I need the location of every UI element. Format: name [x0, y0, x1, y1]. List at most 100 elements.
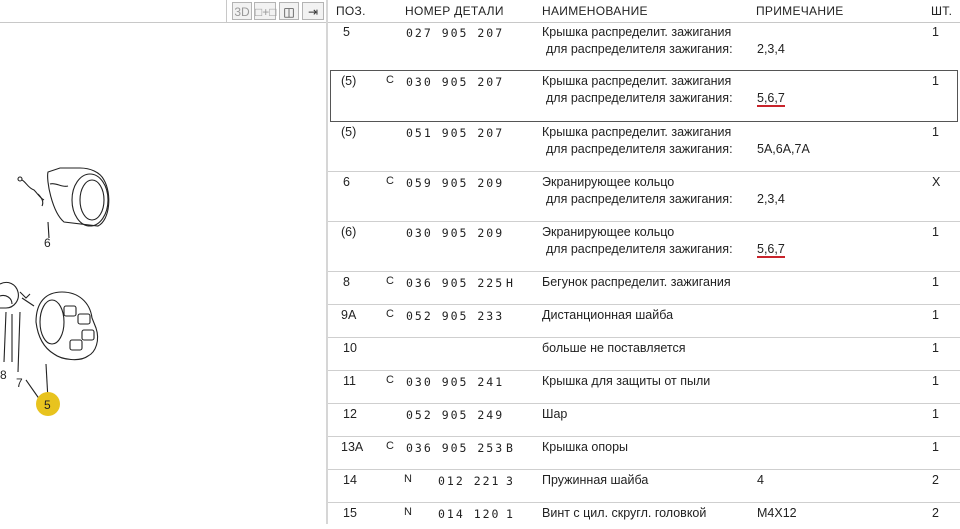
row-name: Пружинная шайба [542, 473, 649, 487]
exploded-view-drawing: 6 8 7 5 [0, 167, 110, 416]
row-part-number[interactable]: 059 905 209 [406, 176, 504, 190]
row-name: Крышка для защиты от пыли [542, 374, 711, 388]
table-row[interactable]: 6 C 059 905 209 Экранирующее кольцо для … [328, 172, 960, 222]
row-pos: 10 [343, 341, 357, 355]
row-part-number[interactable]: 051 905 207 [406, 126, 504, 140]
3d-view-button[interactable]: 3D [232, 2, 252, 20]
row-part-number[interactable]: 030 905 241 [406, 375, 504, 389]
row-qty: 1 [932, 225, 939, 239]
row-part-number[interactable]: 036 905 253 [406, 441, 504, 455]
pin-drawing [17, 291, 35, 373]
row-code: C [386, 74, 394, 86]
table-header: ПОЗ. НОМЕР ДЕТАЛИ НАИМЕНОВАНИЕ ПРИМЕЧАНИ… [328, 0, 960, 23]
row-qty: 1 [932, 25, 939, 39]
row-part-suffix: B [506, 441, 515, 455]
row-name: Крышка распределит. зажигания [542, 125, 732, 139]
row-pos: (5) [341, 125, 357, 139]
row-part-number[interactable]: 036 905 225 [406, 276, 504, 290]
table-row[interactable]: 9A C 052 905 233 Дистанционная шайба 1 [328, 305, 960, 338]
row-note: 2,3,4 [757, 192, 785, 206]
header-part[interactable]: НОМЕР ДЕТАЛИ [405, 4, 504, 18]
fit-arrows-button[interactable]: ⇥ [302, 2, 324, 20]
row-name-detail: для распределителя зажигания: [546, 242, 733, 256]
row-name-detail: для распределителя зажигания: [546, 91, 733, 105]
callout-label-7[interactable]: 7 [16, 376, 23, 390]
table-row[interactable]: 10 больше не поставляется 1 [328, 338, 960, 371]
table-row[interactable]: (5) C 030 905 207 Крышка распределит. за… [328, 71, 960, 121]
row-qty: 2 [932, 473, 939, 487]
row-name-detail: для распределителя зажигания: [546, 192, 733, 206]
header-note[interactable]: ПРИМЕЧАНИЕ [756, 4, 844, 18]
callout-label-8[interactable]: 8 [0, 368, 7, 382]
table-row[interactable]: 11 C 030 905 241 Крышка для защиты от пы… [328, 371, 960, 404]
row-part-number[interactable]: 030 905 209 [406, 226, 504, 240]
row-qty: 1 [932, 74, 939, 88]
table-row[interactable]: 12 052 905 249 Шар 1 [328, 404, 960, 437]
row-pos: 15 [343, 506, 357, 520]
row-note: 4 [757, 473, 764, 487]
callout-label-5[interactable]: 5 [44, 398, 51, 412]
row-name: Крышка распределит. зажигания [542, 25, 732, 39]
row-qty: 1 [932, 341, 939, 355]
row-qty: 1 [932, 374, 939, 388]
row-pos: 8 [343, 275, 350, 289]
shield-ring-drawing [17, 167, 110, 239]
row-part-number[interactable]: 052 905 233 [406, 309, 504, 323]
row-pos: 9A [341, 308, 357, 322]
row-pos: 11 [343, 374, 356, 388]
row-qty: 1 [932, 440, 939, 454]
row-part-number[interactable]: 012 221 [438, 474, 500, 488]
row-name: Дистанционная шайба [542, 308, 674, 322]
row-note: M4X12 [757, 506, 797, 520]
row-pos: 6 [343, 175, 350, 189]
row-part-number[interactable]: 014 120 [438, 507, 500, 521]
diagram-toolbar: 3D □+□ ◫ ⇥ [0, 0, 326, 23]
row-code: C [386, 374, 394, 386]
row-part-suffix: H [506, 276, 515, 290]
row-qty: X [932, 175, 941, 189]
link-view-button[interactable]: □+□ [254, 2, 277, 20]
table-row[interactable]: 13A C 036 905 253 B Крышка опоры 1 [328, 437, 960, 470]
row-name-detail: для распределителя зажигания: [546, 142, 733, 156]
header-qty[interactable]: ШТ. [931, 4, 952, 18]
row-part-number[interactable]: 030 905 207 [406, 75, 504, 89]
table-row[interactable]: 5 027 905 207 Крышка распределит. зажига… [328, 22, 960, 70]
split-view-button[interactable]: ◫ [279, 2, 299, 20]
distributor-cap-drawing [35, 291, 99, 401]
callout-label-6[interactable]: 6 [44, 236, 51, 250]
table-row[interactable]: 8 C 036 905 225 H Бегунок распределит. з… [328, 272, 960, 305]
row-pos: 12 [343, 407, 357, 421]
table-row[interactable]: 14 N 012 221 3 Пружинная шайба 4 2 [328, 470, 960, 503]
table-row[interactable]: (5) 051 905 207 Крышка распределит. зажи… [328, 122, 960, 172]
row-name: Шар [542, 407, 568, 421]
row-note-underlined: 5,6,7 [757, 91, 785, 107]
row-pos: 13A [341, 440, 364, 454]
parts-diagram[interactable]: 6 8 7 5 [0, 22, 326, 524]
row-note: 2,3,4 [757, 42, 785, 56]
header-name[interactable]: НАИМЕНОВАНИЕ [542, 4, 648, 18]
row-qty: 1 [932, 275, 939, 289]
row-name: Экранирующее кольцо [542, 175, 675, 189]
toolbar-divider [226, 0, 227, 22]
row-qty: 1 [932, 125, 939, 139]
row-name-detail: для распределителя зажигания: [546, 42, 733, 56]
row-name: Крышка распределит. зажигания [542, 74, 732, 88]
header-pos[interactable]: ПОЗ. [336, 4, 366, 18]
table-row[interactable]: (6) 030 905 209 Экранирующее кольцо для … [328, 222, 960, 272]
row-code: C [386, 308, 394, 320]
row-part-number[interactable]: 052 905 249 [406, 408, 504, 422]
row-pos: 5 [343, 25, 350, 39]
row-part-number[interactable]: 027 905 207 [406, 26, 504, 40]
row-qty: 1 [932, 407, 939, 421]
row-code: C [386, 275, 394, 287]
row-code: N [404, 473, 412, 485]
row-name: Крышка опоры [542, 440, 629, 454]
row-name: больше не поставляется [542, 341, 686, 355]
parts-table: ПОЗ. НОМЕР ДЕТАЛИ НАИМЕНОВАНИЕ ПРИМЕЧАНИ… [328, 0, 960, 524]
row-qty: 2 [932, 506, 939, 520]
row-note-underlined: 5,6,7 [757, 242, 785, 258]
row-pos: (6) [341, 225, 357, 239]
rotor-drawing [0, 281, 19, 363]
row-code: N [404, 506, 412, 518]
table-row[interactable]: 15 N 014 120 1 Винт с цил. скругл. голов… [328, 503, 960, 524]
